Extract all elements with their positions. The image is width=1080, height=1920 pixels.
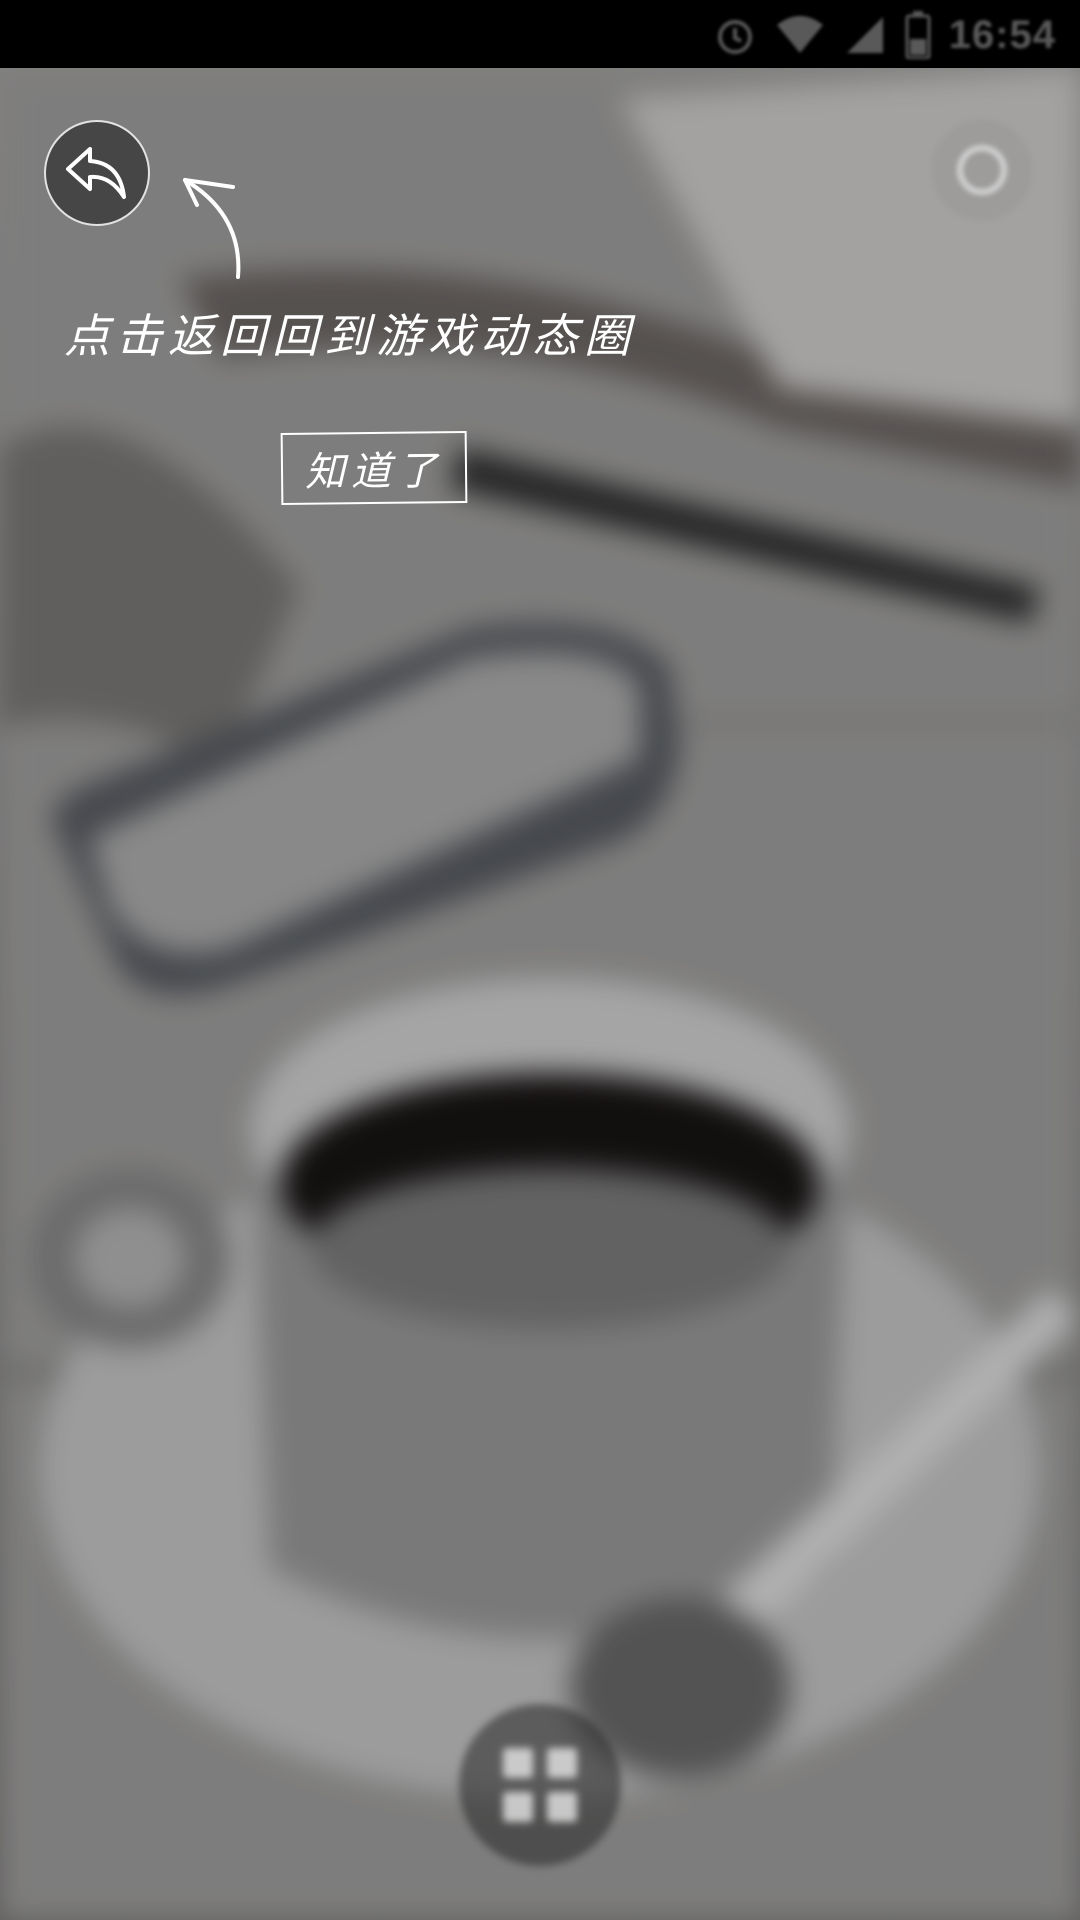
status-time: 16:54 xyxy=(948,12,1056,57)
got-it-button[interactable]: 知道了 xyxy=(280,431,468,505)
wifi-icon xyxy=(776,16,823,53)
alarm-icon xyxy=(717,20,752,54)
battery-icon xyxy=(905,11,931,59)
reply-arrow-icon xyxy=(66,147,126,199)
signal-icon xyxy=(846,17,883,53)
back-button[interactable] xyxy=(44,120,150,226)
grid-icon xyxy=(503,1748,577,1822)
circle-icon xyxy=(957,145,1007,195)
pointer-arrow-icon xyxy=(183,178,241,279)
top-right-button[interactable] xyxy=(932,120,1032,220)
screen: 16:54 点击返回回到游戏动态圈 知道了 xyxy=(0,0,1080,1920)
guide-hint-text: 点击返回回到游戏动态圈 xyxy=(64,309,636,363)
status-bar: 16:54 xyxy=(0,0,1080,68)
bottom-menu-button[interactable] xyxy=(459,1704,621,1866)
status-icons: 16:54 xyxy=(713,10,1056,60)
